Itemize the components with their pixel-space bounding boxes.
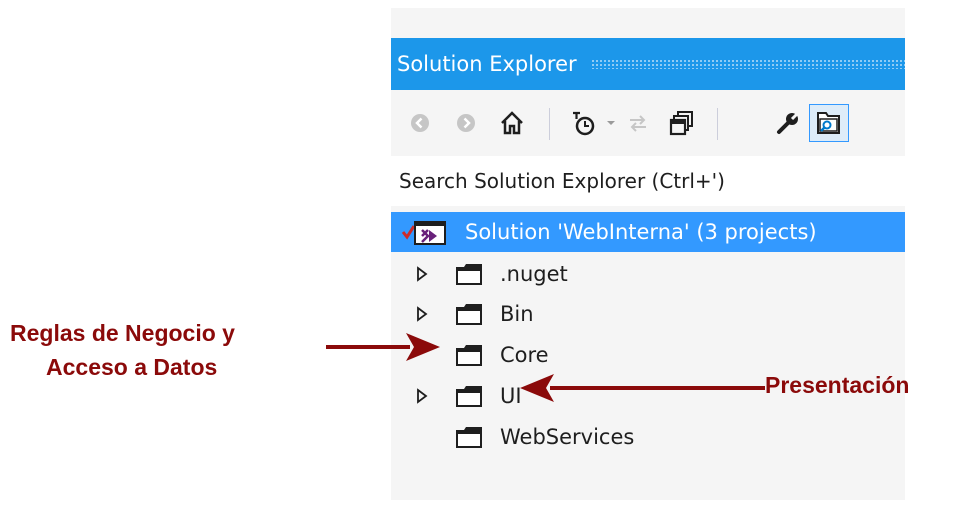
tree-item-webservices[interactable]: WebServices <box>391 417 905 457</box>
back-icon <box>411 114 429 132</box>
sync-with-active-document-button[interactable] <box>623 104 653 142</box>
filter-dropdown-button[interactable] <box>603 104 619 142</box>
sync-icon <box>630 115 646 132</box>
tree-item-core[interactable]: Core <box>391 335 905 375</box>
annotation-presentation: Presentación <box>765 372 910 398</box>
solution-icon <box>401 221 446 245</box>
expand-arrow-icon[interactable] <box>415 304 429 324</box>
home-icon <box>501 111 523 135</box>
title-bar[interactable]: Solution Explorer <box>391 38 905 90</box>
solution-tree: Solution 'WebInterna' (3 projects) .nuge… <box>391 206 905 500</box>
folder-icon <box>456 304 482 325</box>
dropdown-icon <box>607 121 615 125</box>
annotation-business-rules-line1: Reglas de Negocio y <box>10 320 235 346</box>
toolbar <box>391 90 905 156</box>
history-icon <box>573 111 595 136</box>
folder-icon <box>456 264 482 285</box>
collapse-all-button[interactable] <box>665 104 699 142</box>
home-button[interactable] <box>495 104 529 142</box>
tree-item-bin[interactable]: Bin <box>391 294 905 334</box>
screenshot-stage: Solution Explorer Search Solution Explor… <box>0 0 956 507</box>
pending-changes-filter-button[interactable] <box>567 104 601 142</box>
forward-button[interactable] <box>451 104 481 142</box>
tree-item-label: Bin <box>500 302 534 326</box>
tree-item-label: WebServices <box>500 425 635 449</box>
tree-item-nuget[interactable]: .nuget <box>391 254 905 294</box>
tree-item-label: Core <box>500 343 549 367</box>
expand-arrow-icon[interactable] <box>415 264 429 284</box>
folder-icon <box>456 427 482 448</box>
folder-icon <box>456 345 482 366</box>
search-box[interactable]: Search Solution Explorer (Ctrl+') <box>391 156 905 206</box>
collapse-all-icon <box>669 111 693 136</box>
tree-item-solution[interactable]: Solution 'WebInterna' (3 projects) <box>391 212 905 252</box>
tree-item-label: UI <box>500 384 522 408</box>
toolbar-separator <box>717 108 718 140</box>
folder-icon <box>456 386 482 407</box>
expand-arrow-icon[interactable] <box>415 386 429 406</box>
toolbar-separator <box>549 108 550 140</box>
title-grip[interactable] <box>590 59 905 69</box>
solution-label: Solution 'WebInterna' (3 projects) <box>465 220 817 244</box>
preview-selected-items-button[interactable] <box>809 104 849 142</box>
properties-button[interactable] <box>771 104 805 142</box>
tree-item-label: .nuget <box>500 262 568 286</box>
panel-top-strip <box>391 8 905 38</box>
preview-icon <box>817 112 840 134</box>
search-input[interactable]: Search Solution Explorer (Ctrl+') <box>391 169 725 193</box>
annotation-business-rules-line2: Acceso a Datos <box>46 354 218 380</box>
back-button[interactable] <box>405 104 435 142</box>
solution-explorer-panel: Solution Explorer Search Solution Explor… <box>391 8 905 500</box>
forward-icon <box>457 114 475 132</box>
properties-icon <box>777 112 799 134</box>
panel-title: Solution Explorer <box>397 52 577 76</box>
